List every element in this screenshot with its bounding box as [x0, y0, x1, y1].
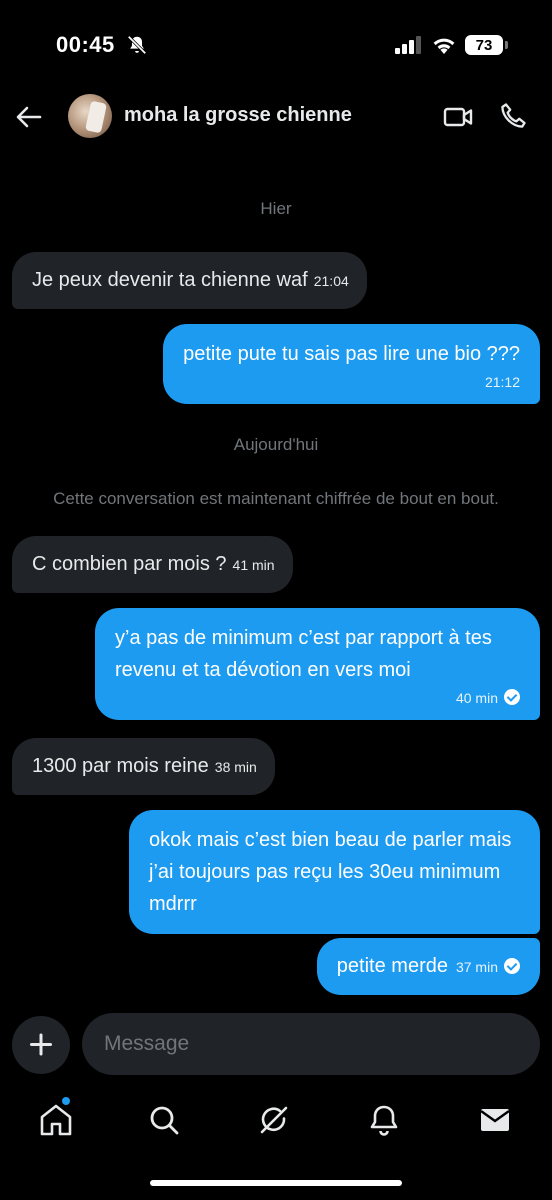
- message-outgoing[interactable]: petite merde 37 min: [316, 938, 540, 995]
- add-attachment-button[interactable]: [12, 1016, 70, 1074]
- wifi-icon: [433, 38, 455, 54]
- message-time: 37 min: [455, 959, 498, 975]
- battery-level: 73: [475, 36, 493, 54]
- message-text: C combien par mois ?: [32, 553, 227, 575]
- message-input[interactable]: [82, 1013, 540, 1075]
- messages-icon[interactable]: [475, 1100, 515, 1140]
- status-time: 00:45: [56, 32, 115, 57]
- home-notification-dot: [62, 1097, 70, 1105]
- message-incoming[interactable]: C combien par mois ? 41 min: [12, 536, 293, 593]
- message-text: 1300 par mois reine: [32, 755, 209, 777]
- home-indicator: [150, 1180, 402, 1186]
- phone-call-icon[interactable]: [498, 101, 528, 131]
- bell-muted-icon: [127, 35, 147, 55]
- message-time: 40 min: [455, 690, 498, 706]
- status-bar: 00:45 73: [0, 0, 552, 90]
- message-time: 38 min: [214, 759, 257, 775]
- home-icon[interactable]: [36, 1100, 76, 1140]
- message-text: y’a pas de minimum c’est par rapport à t…: [115, 627, 492, 681]
- message-outgoing[interactable]: petite pute tu sais pas lire une bio ???…: [163, 324, 540, 404]
- signal-icon: [395, 36, 421, 54]
- read-receipt-icon: [504, 958, 520, 974]
- message-time: 41 min: [232, 557, 275, 573]
- grok-icon[interactable]: [254, 1100, 294, 1140]
- date-separator: Aujourd'hui: [233, 435, 319, 454]
- message-incoming[interactable]: Je peux devenir ta chienne waf 21:04: [12, 252, 367, 309]
- search-icon[interactable]: [144, 1100, 184, 1140]
- bottom-nav: [0, 1090, 552, 1150]
- message-outgoing[interactable]: okok mais c’est bien beau de parler mais…: [129, 810, 540, 934]
- message-time: 21:12: [484, 374, 520, 390]
- notifications-icon[interactable]: [364, 1100, 404, 1140]
- message-incoming[interactable]: 1300 par mois reine 38 min: [12, 738, 275, 795]
- contact-name[interactable]: moha la grosse chienne: [124, 104, 352, 127]
- message-text: okok mais c’est bien beau de parler mais…: [149, 829, 512, 915]
- message-text: petite merde: [336, 955, 448, 977]
- message-text: petite pute tu sais pas lire une bio ???: [183, 343, 520, 365]
- battery-tip: [505, 41, 508, 49]
- contact-avatar[interactable]: [68, 94, 112, 138]
- conversation-header: moha la grosse chienne: [0, 90, 552, 144]
- encryption-notice: Cette conversation est maintenant chiffr…: [53, 489, 499, 508]
- message-text: Je peux devenir ta chienne waf: [32, 269, 308, 291]
- video-call-icon[interactable]: [442, 102, 474, 132]
- message-time: 21:04: [313, 273, 349, 289]
- date-separator: Hier: [260, 199, 292, 218]
- read-receipt-icon: [504, 689, 520, 705]
- message-outgoing[interactable]: y’a pas de minimum c’est par rapport à t…: [95, 608, 540, 720]
- battery-indicator: 73: [465, 35, 503, 55]
- back-arrow-icon[interactable]: [14, 102, 44, 132]
